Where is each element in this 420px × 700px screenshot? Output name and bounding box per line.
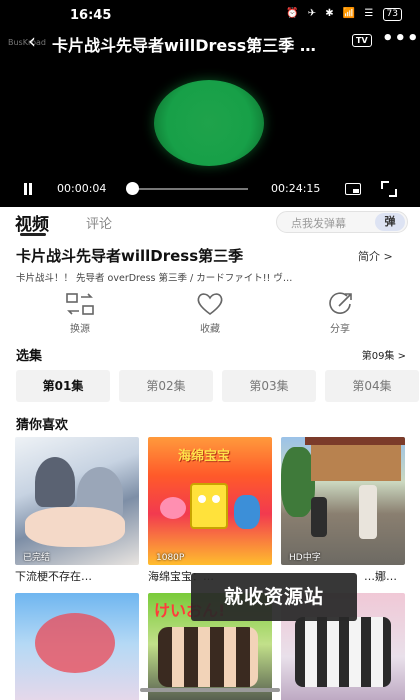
recommend-tag: 1080P xyxy=(156,553,185,563)
tab-video[interactable]: 视频 xyxy=(15,210,49,235)
fullscreen-icon[interactable] xyxy=(381,181,397,197)
pause-icon[interactable] xyxy=(23,183,33,195)
danmu-toggle-button[interactable]: 弹 xyxy=(375,213,405,231)
back-arrow-icon[interactable]: ‹ xyxy=(28,30,36,52)
progress-knob[interactable] xyxy=(126,182,140,195)
status-time: 16:45 xyxy=(70,8,112,23)
recommend-tag: HD中字 xyxy=(289,553,321,563)
share-label: 分享 xyxy=(330,324,350,335)
video-frame xyxy=(154,80,264,166)
recommend-card[interactable]: HD中字 …娜… xyxy=(281,437,405,584)
recommend-thumbnail: 海绵宝宝 1080P xyxy=(148,437,272,565)
episodes-heading: 选集 xyxy=(16,349,43,364)
recommend-thumbnail: HD中字 xyxy=(281,437,405,565)
content-tabs: 视频 评论 点我发弹幕 弹 xyxy=(0,208,420,236)
recommend-card[interactable]: 海绵宝宝 1080P 海绵宝宝：… xyxy=(148,437,272,584)
recommend-card[interactable]: 已完结 下流梗不存在… xyxy=(15,437,139,584)
tab-comment[interactable]: 评论 xyxy=(86,213,112,232)
status-bar: 16:45 ⏰ ✈ ✱ 📶 ☰ 73 xyxy=(0,6,420,28)
player-controls: 00:00:04 00:24:15 xyxy=(0,178,420,200)
progress-track[interactable] xyxy=(128,188,248,190)
watermark: BusKroad xyxy=(8,38,46,47)
picture-in-picture-icon[interactable] xyxy=(345,183,361,195)
episode-item[interactable]: 第04集 xyxy=(325,370,419,402)
intro-link[interactable]: 简介 > xyxy=(358,248,393,264)
recommend-thumbnail xyxy=(15,593,139,700)
episodes-all-link[interactable]: 第09集 > xyxy=(362,347,406,362)
status-icons-glyphs: ⏰ ✈ ✱ 📶 ☰ xyxy=(286,8,377,19)
recommend-tag: 已完结 xyxy=(23,553,51,563)
episode-item[interactable]: 第02集 xyxy=(119,370,213,402)
favorite-label: 收藏 xyxy=(200,324,220,335)
share-icon xyxy=(329,292,352,314)
share-button[interactable]: 分享 xyxy=(310,290,370,335)
home-indicator[interactable] xyxy=(140,688,280,692)
episode-item[interactable]: 第03集 xyxy=(222,370,316,402)
favorite-button[interactable]: 收藏 xyxy=(180,290,240,335)
more-icon[interactable]: ••• xyxy=(382,28,420,49)
status-icons: ⏰ ✈ ✱ 📶 ☰ 73 xyxy=(286,8,402,21)
thumbnail-logo-art: 海绵宝宝 xyxy=(178,449,231,464)
recommend-card[interactable] xyxy=(15,593,139,700)
watermark-overlay: 就收资源站 xyxy=(191,573,357,621)
player-top-bar: BusKroad ‹ 卡片战斗先导者willDress第三季 … TV ••• xyxy=(0,28,420,56)
recommend-heading: 猜你喜欢 xyxy=(16,418,69,433)
episode-list: 第01集 第02集 第03集 第04集 xyxy=(16,370,420,402)
player-title: 卡片战斗先导者willDress第三季 … xyxy=(52,36,316,55)
duration: 00:24:15 xyxy=(271,182,321,195)
battery-icon: 73 xyxy=(382,8,402,21)
video-description: 卡片战斗！！ 先导者 overDress 第三季 / カードファイト!! ヴ… xyxy=(16,273,293,284)
tab-active-indicator xyxy=(20,233,46,236)
current-time: 00:00:04 xyxy=(57,182,107,195)
video-player[interactable]: 16:45 ⏰ ✈ ✱ 📶 ☰ 73 BusKroad ‹ 卡片战斗先导者wil… xyxy=(0,0,420,207)
episode-item[interactable]: 第01集 xyxy=(16,370,110,402)
recommend-thumbnail: 已完结 xyxy=(15,437,139,565)
recommend-caption: 下流梗不存在… xyxy=(15,570,92,583)
danmu-placeholder: 点我发弹幕 xyxy=(291,217,346,230)
action-bar: 换源 收藏 分享 xyxy=(0,290,420,340)
switch-source-button[interactable]: 换源 xyxy=(50,290,110,335)
video-title: 卡片战斗先导者willDress第三季 xyxy=(16,247,244,265)
heart-icon xyxy=(197,293,223,315)
switch-source-label: 换源 xyxy=(70,324,90,335)
tv-cast-icon[interactable]: TV xyxy=(352,34,372,47)
danmu-input[interactable]: 点我发弹幕 弹 xyxy=(276,211,408,233)
switch-source-icon xyxy=(66,293,94,315)
